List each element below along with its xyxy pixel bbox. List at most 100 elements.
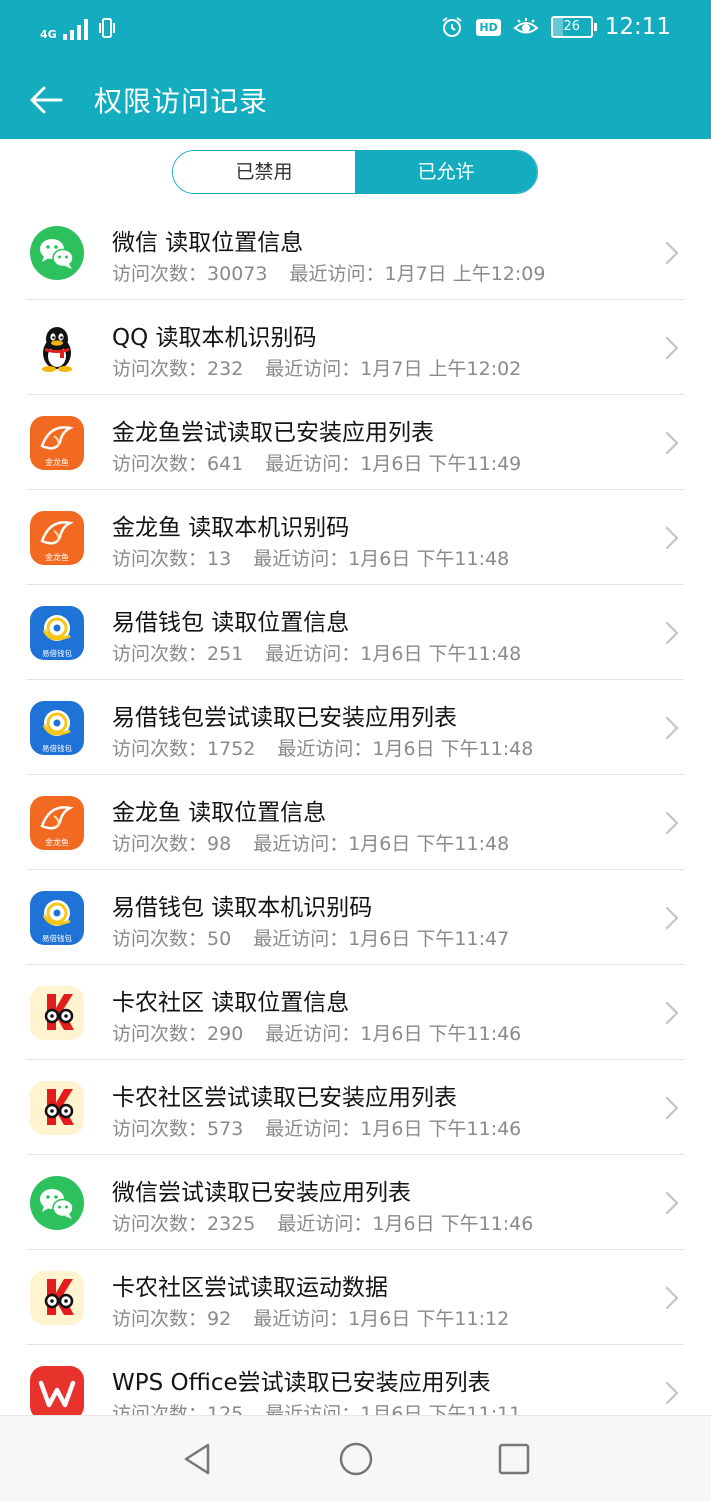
svg-text:金龙鱼: 金龙鱼 [45,837,69,847]
access-record-item[interactable]: 卡农社区尝试读取运动数据 访问次数：92 最近访问：1月6日 下午11:12 [0,1250,711,1345]
access-count: 125 [207,1403,244,1415]
access-record-item[interactable]: 易借钱包 易借钱包尝试读取已安装应用列表 访问次数：1752 最近访问：1月6日 下午… [0,680,711,775]
svg-text:金龙鱼: 金龙鱼 [45,457,69,467]
record-details: 访问次数：125 最近访问：1月6日 下午11:11 [112,1399,521,1415]
last-access-label: 最近访问： [265,358,361,380]
access-count-label: 访问次数： [112,1213,208,1235]
chevron-right-icon [665,1096,679,1120]
access-count: 98 [207,833,232,855]
svg-text:易借钱包: 易借钱包 [42,743,72,753]
last-access-label: 最近访问： [265,453,361,475]
network-type: 4G [40,28,57,41]
record-details: 访问次数：641 最近访问：1月6日 下午11:49 [112,449,521,476]
top-bar: 4G HD 26 12:11 权限访问记录 [0,0,711,139]
record-title: 易借钱包 读取本机识别码 [112,895,373,921]
wechat-app-icon [30,1176,84,1230]
record-title: 卡农社区尝试读取已安装应用列表 [112,1085,457,1111]
chevron-right-icon [665,811,679,835]
chevron-right-icon [665,336,679,360]
last-access-label: 最近访问： [265,1118,361,1140]
chevron-right-icon [665,716,679,740]
last-access-time: 1月6日 下午11:48 [348,833,510,855]
nav-recents-icon[interactable] [496,1441,532,1477]
access-record-item[interactable]: 微信 读取位置信息访问次数：30073 最近访问：1月7日 上午12:09 [0,205,711,300]
svg-text:金龙鱼: 金龙鱼 [45,552,69,562]
access-record-item[interactable]: QQ 读取本机识别码 访问次数：232 最近访问：1月7日 上午12:02 [0,300,711,395]
chevron-right-icon [665,1381,679,1405]
record-details: 访问次数：98 最近访问：1月6日 下午11:48 [112,829,509,856]
last-access-time: 1月6日 下午11:12 [348,1308,510,1330]
clock: 12:11 [604,14,671,40]
record-details: 访问次数：232 最近访问：1月7日 上午12:02 [112,354,521,381]
access-count-label: 访问次数： [112,928,208,950]
signal-icon [62,18,88,40]
last-access-time: 1月6日 下午11:48 [348,548,510,570]
svg-text:易借钱包: 易借钱包 [42,648,72,658]
access-count: 92 [207,1308,232,1330]
access-count: 2325 [207,1213,256,1235]
last-access-label: 最近访问： [289,263,385,285]
last-access-label: 最近访问： [253,1308,349,1330]
last-access-time: 1月6日 下午11:46 [360,1023,522,1045]
chevron-right-icon [665,906,679,930]
last-access-label: 最近访问： [277,1213,373,1235]
access-count-label: 访问次数： [112,263,208,285]
nav-home-icon[interactable] [338,1441,374,1477]
access-record-item[interactable]: 金龙鱼 金龙鱼 读取位置信息 访问次数：98 最近访问：1月6日 下午11:48 [0,775,711,870]
alarm-icon [442,17,462,37]
access-count-label: 访问次数： [112,643,208,665]
last-access-label: 最近访问： [265,1403,361,1415]
last-access-time: 1月6日 下午11:46 [372,1213,534,1235]
access-count-label: 访问次数： [112,1308,208,1330]
chevron-right-icon [665,621,679,645]
access-record-item[interactable]: 微信尝试读取已安装应用列表访问次数：2325 最近访问：1月6日 下午11:46 [0,1155,711,1250]
back-arrow-icon[interactable] [28,82,64,118]
record-details: 访问次数：290 最近访问：1月6日 下午11:46 [112,1019,521,1046]
last-access-time: 1月6日 下午11:11 [360,1403,522,1415]
record-title: 微信 读取位置信息 [112,230,304,256]
app-bar: 权限访问记录 [0,62,711,139]
record-details: 访问次数：30073 最近访问：1月7日 上午12:09 [112,259,545,286]
access-count-label: 访问次数： [112,358,208,380]
chevron-right-icon [665,526,679,550]
access-count-label: 访问次数： [112,453,208,475]
filter-tabs: 已禁用 已允许 [172,150,538,194]
tab-disabled[interactable]: 已禁用 [173,151,355,193]
nav-back-icon[interactable] [180,1441,216,1477]
last-access-label: 最近访问： [277,738,373,760]
last-access-time: 1月7日 上午12:09 [384,263,546,285]
access-record-item[interactable]: 卡农社区 读取位置信息访问次数：290 最近访问：1月6日 下午11:46 [0,965,711,1060]
record-details: 访问次数：50 最近访问：1月6日 下午11:47 [112,924,509,951]
qq-app-icon [30,321,84,375]
access-count: 641 [207,453,244,475]
access-count-label: 访问次数： [112,1023,208,1045]
record-title: 微信尝试读取已安装应用列表 [112,1180,411,1206]
battery-level: 26 [563,19,580,34]
access-record-item[interactable]: 金龙鱼 金龙鱼尝试读取已安装应用列表 访问次数：641 最近访问：1月6日 下午11:… [0,395,711,490]
access-record-item[interactable]: 易借钱包 易借钱包 读取本机识别码 访问次数：50 最近访问：1月6日 下午11:47 [0,870,711,965]
access-count-label: 访问次数： [112,833,208,855]
record-title: 卡农社区 读取位置信息 [112,990,350,1016]
record-details: 访问次数：1752 最近访问：1月6日 下午11:48 [112,734,533,761]
record-details: 访问次数：573 最近访问：1月6日 下午11:46 [112,1114,521,1141]
record-details: 访问次数：13 最近访问：1月6日 下午11:48 [112,544,509,571]
access-count: 232 [207,358,244,380]
record-details: 访问次数：251 最近访问：1月6日 下午11:48 [112,639,521,666]
kanong-app-icon [30,986,84,1040]
access-record-item[interactable]: WPS Office尝试读取已安装应用列表 访问次数：125 最近访问：1月6日 下… [0,1345,711,1415]
last-access-time: 1月6日 下午11:46 [360,1118,522,1140]
last-access-label: 最近访问： [253,833,349,855]
jinlongyu-app-icon: 金龙鱼 [30,416,84,470]
tab-allowed[interactable]: 已允许 [355,151,537,193]
access-count-label: 访问次数： [112,548,208,570]
battery-fill [552,18,563,36]
access-record-item[interactable]: 易借钱包 易借钱包 读取位置信息 访问次数：251 最近访问：1月6日 下午11:48 [0,585,711,680]
chevron-right-icon [665,1001,679,1025]
access-count: 50 [207,928,232,950]
access-record-item[interactable]: 金龙鱼 金龙鱼 读取本机识别码访问次数：13 最近访问：1月6日 下午11:48 [0,490,711,585]
access-record-item[interactable]: 卡农社区尝试读取已安装应用列表访问次数：573 最近访问：1月6日 下午11:46 [0,1060,711,1155]
yijie-app-icon: 易借钱包 [30,701,84,755]
last-access-label: 最近访问： [253,928,349,950]
svg-text:易借钱包: 易借钱包 [42,933,72,943]
record-title: 金龙鱼 读取本机识别码 [112,515,350,541]
